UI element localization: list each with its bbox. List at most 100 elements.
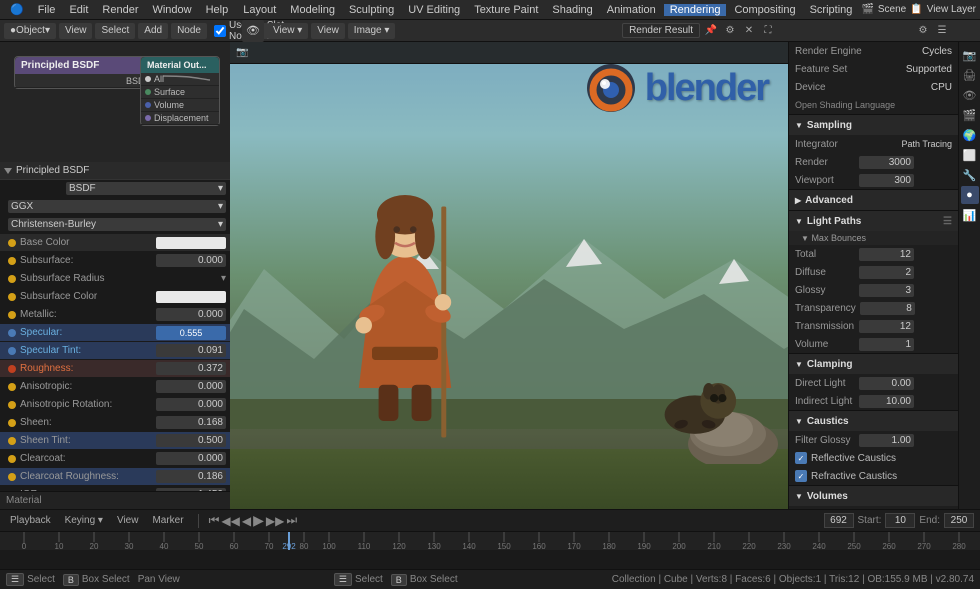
prev-keyframe-btn[interactable]: ◀◀	[221, 514, 239, 528]
sidebar-icon-world[interactable]: 🌍	[961, 126, 979, 144]
pin-icon[interactable]: 📌	[703, 23, 719, 39]
glossy-input[interactable]	[859, 284, 914, 297]
marker-btn[interactable]: Marker	[148, 515, 187, 526]
prop-subsurface-radius[interactable]: Subsurface Radius ▾	[0, 270, 230, 288]
prop-specular-tint[interactable]: Specular Tint: 0.091	[0, 342, 230, 360]
prop-specular[interactable]: Specular: 0.555	[0, 324, 230, 342]
light-paths-list-icon[interactable]: ☰	[943, 216, 952, 227]
subsurface-color-swatch[interactable]	[156, 291, 226, 303]
prop-sheen[interactable]: Sheen: 0.168	[0, 414, 230, 432]
viewport-icon-btn[interactable]: 👁	[242, 20, 264, 42]
sheen-tint-value[interactable]: 0.500	[156, 434, 226, 447]
sidebar-icon-modifier[interactable]: 🔧	[961, 166, 979, 184]
workspace-scripting[interactable]: Scripting	[804, 4, 859, 16]
end-frame-input[interactable]	[944, 513, 974, 528]
sidebar-icon-material[interactable]: ●	[961, 186, 979, 204]
specular-bar[interactable]: 0.555	[156, 326, 226, 340]
render-samples-input[interactable]	[859, 156, 914, 169]
roughness-value[interactable]: 0.372	[156, 362, 226, 375]
clamping-header[interactable]: ▼ Clamping	[789, 354, 958, 374]
workspace-texture[interactable]: Texture Paint	[468, 4, 544, 16]
prop-anisotropic[interactable]: Anisotropic: 0.000	[0, 378, 230, 396]
workspace-animation[interactable]: Animation	[601, 4, 662, 16]
viewport-samples-input[interactable]	[859, 174, 914, 187]
prev-frame-btn[interactable]: ◀	[242, 514, 251, 528]
mat-out-node[interactable]: Material Out... All Surface Volume Displ…	[140, 56, 220, 126]
expand-icon[interactable]: ⛶	[760, 23, 776, 39]
specular-tint-value[interactable]: 0.091	[156, 344, 226, 357]
playback-btn[interactable]: Playback	[6, 515, 55, 526]
menu-blender[interactable]: 🔵	[4, 0, 30, 19]
prop-subsurface[interactable]: Subsurface: 0.000	[0, 252, 230, 270]
workspace-compositing[interactable]: Compositing	[728, 4, 801, 16]
sidebar-icon-render[interactable]: 📷	[961, 46, 979, 64]
view-menu[interactable]: View	[59, 23, 93, 39]
advanced-header[interactable]: ▶ Advanced	[789, 190, 958, 210]
volumes-header[interactable]: ▼ Volumes	[789, 486, 958, 506]
workspace-layout[interactable]: Layout	[237, 4, 282, 16]
menu-window[interactable]: Window	[146, 0, 197, 19]
image-btn[interactable]: Image ▾	[348, 23, 396, 39]
timeline-ruler[interactable]: 0 10 20 30 40 50 60 70	[0, 531, 980, 569]
distribution-dropdown[interactable]: GGX▾	[8, 200, 226, 213]
jump-start-btn[interactable]: ⏮	[209, 513, 220, 528]
use-nodes-checkbox[interactable]	[214, 25, 226, 37]
bsdf-section-header[interactable]: Principled BSDF	[0, 162, 230, 180]
menu-file[interactable]: File	[32, 0, 62, 19]
workspace-sculpting[interactable]: Sculpting	[343, 4, 400, 16]
display-settings-icon[interactable]: ⚙	[722, 23, 738, 39]
view-btn3[interactable]: View	[311, 23, 345, 39]
sheen-value[interactable]: 0.168	[156, 416, 226, 429]
filter-glossy-input[interactable]	[859, 434, 914, 447]
workspace-uv[interactable]: UV Editing	[402, 4, 466, 16]
sampling-header[interactable]: ▼ Sampling	[789, 115, 958, 135]
bsdf-type-dropdown[interactable]: BSDF▾	[66, 182, 226, 195]
total-input[interactable]	[859, 248, 914, 261]
viewport[interactable]: blender 📷	[230, 42, 788, 509]
diffuse-input[interactable]	[859, 266, 914, 279]
prop-clearcoat-roughness[interactable]: Clearcoat Roughness: 0.186	[0, 468, 230, 486]
subsurface-dropdown[interactable]: Christensen-Burley▾	[8, 218, 226, 231]
transparency-input[interactable]	[860, 302, 915, 315]
object-mode-btn[interactable]: ● Object ▾	[4, 23, 56, 39]
metallic-value[interactable]: 0.000	[156, 308, 226, 321]
subsurface-radius-arrow[interactable]: ▾	[221, 273, 226, 284]
prop-base-color[interactable]: Base Color	[0, 234, 230, 252]
prop-metallic[interactable]: Metallic: 0.000	[0, 306, 230, 324]
base-color-swatch[interactable]	[156, 237, 226, 249]
select-menu[interactable]: Select	[95, 23, 135, 39]
prop-clearcoat[interactable]: Clearcoat: 0.000	[0, 450, 230, 468]
prop-roughness[interactable]: Roughness: 0.372	[0, 360, 230, 378]
prop-sheen-tint[interactable]: Sheen Tint: 0.500	[0, 432, 230, 450]
light-paths-header[interactable]: ▼ Light Paths ☰	[789, 211, 958, 231]
subsurface-value[interactable]: 0.000	[156, 254, 226, 267]
view-btn2[interactable]: View ▾	[267, 23, 308, 39]
anisotropic-rotation-value[interactable]: 0.000	[156, 398, 226, 411]
sidebar-icon-data[interactable]: 📊	[961, 206, 979, 224]
prop-anisotropic-rotation[interactable]: Anisotropic Rotation: 0.000	[0, 396, 230, 414]
caustics-header[interactable]: ▼ Caustics	[789, 411, 958, 431]
current-frame-input[interactable]	[824, 513, 854, 528]
sidebar-icon-view[interactable]: 👁	[961, 86, 979, 104]
close-icon[interactable]: ✕	[741, 23, 757, 39]
next-frame-btn[interactable]: ▶▶	[266, 514, 284, 528]
workspace-shading[interactable]: Shading	[546, 4, 598, 16]
node-viewer-area[interactable]: Principled BSDF BSDF Material Out... All…	[0, 42, 230, 162]
start-frame-input[interactable]	[885, 513, 915, 528]
workspace-modeling[interactable]: Modeling	[284, 4, 341, 16]
jump-end-btn[interactable]: ⏭	[286, 513, 297, 528]
properties-scroll[interactable]: Principled BSDF BSDF▾ GGX▾ Christensen-B…	[0, 162, 230, 491]
prop-subsurface-color[interactable]: Subsurface Color	[0, 288, 230, 306]
view-btn[interactable]: View	[113, 515, 143, 526]
menu-help[interactable]: Help	[200, 0, 235, 19]
refractive-caustics-checkbox[interactable]: ✓	[795, 470, 807, 482]
node-menu[interactable]: Node	[171, 23, 207, 39]
add-menu[interactable]: Add	[138, 23, 168, 39]
keying-btn[interactable]: Keying ▾	[61, 515, 107, 526]
anisotropic-value[interactable]: 0.000	[156, 380, 226, 393]
sidebar-icon-output[interactable]: 🖨	[961, 66, 979, 84]
menu-edit[interactable]: Edit	[63, 0, 94, 19]
play-btn[interactable]: ▶	[253, 512, 264, 529]
clearcoat-value[interactable]: 0.000	[156, 452, 226, 465]
filter-icon[interactable]: ☰	[934, 23, 950, 39]
